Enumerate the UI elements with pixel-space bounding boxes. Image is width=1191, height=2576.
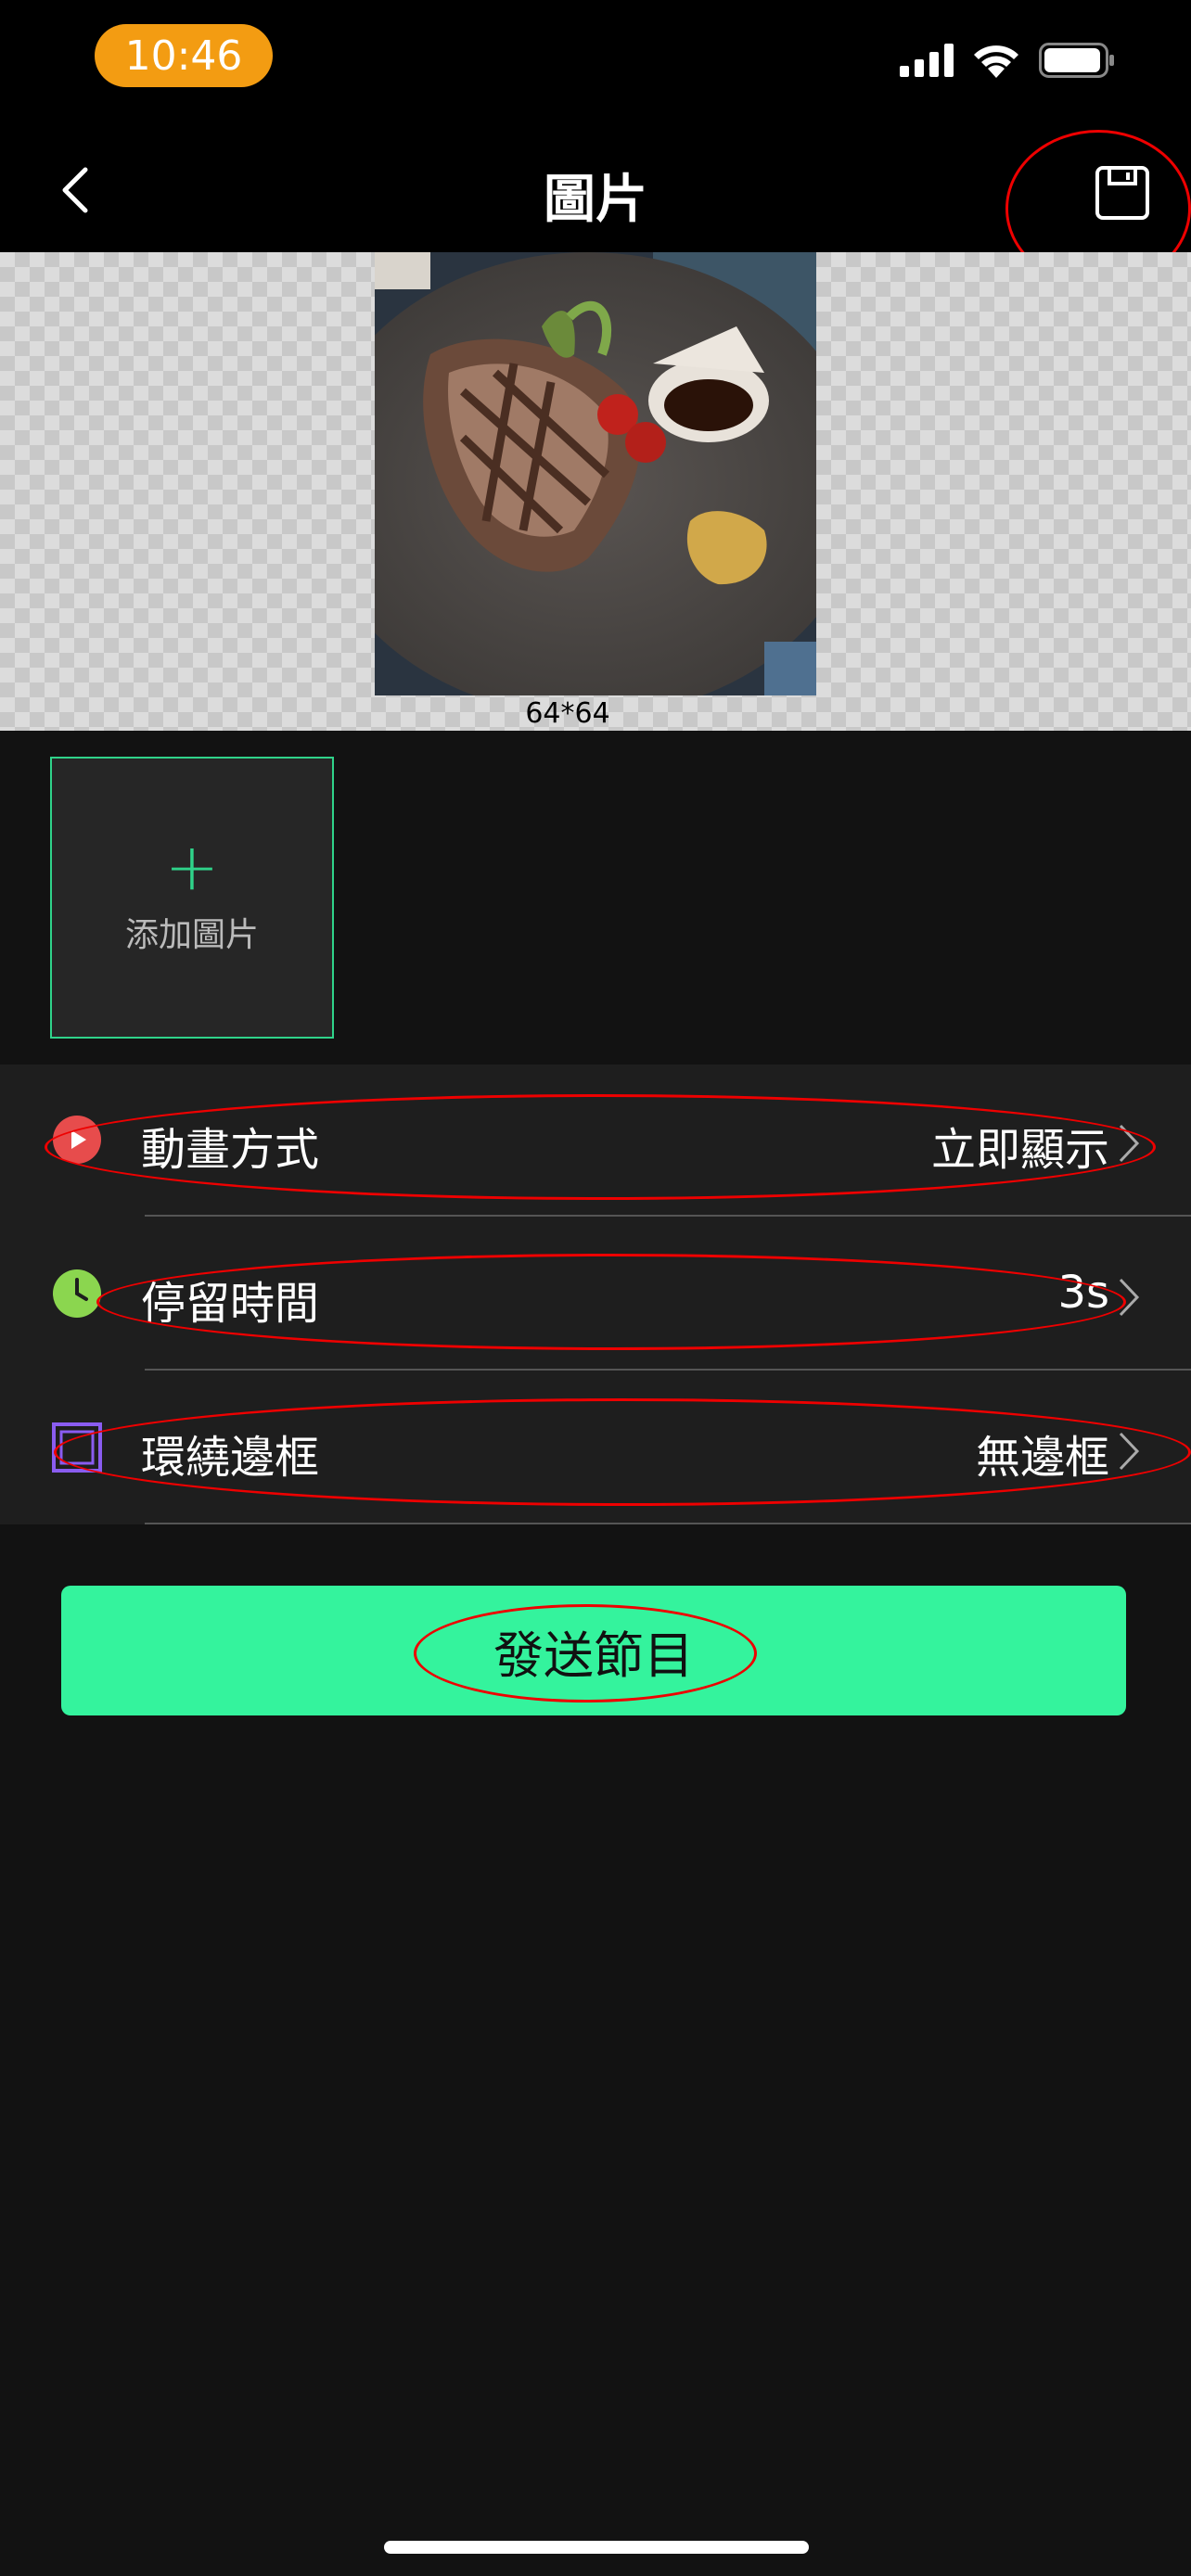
- home-indicator[interactable]: [384, 2541, 809, 2554]
- divider: [145, 1215, 1191, 1217]
- plus-icon: +: [164, 829, 220, 905]
- add-image-label: 添加圖片: [124, 916, 259, 954]
- wifi-icon: [974, 45, 1018, 78]
- chevron-right-icon: [1119, 1278, 1140, 1317]
- cellular-signal-icon: [900, 44, 954, 77]
- battery-icon: [1039, 43, 1114, 78]
- clock-icon: [53, 1269, 101, 1318]
- add-image-button[interactable]: + 添加圖片: [50, 757, 334, 1039]
- settings-row-duration[interactable]: 停留時間 3s: [0, 1218, 1191, 1371]
- settings-row-value: 無邊框: [975, 1432, 1109, 1484]
- border-frame-icon: [52, 1422, 102, 1473]
- settings-list: 動畫方式 立即顯示 停留時間 3s 環繞邊框 無邊框: [0, 1065, 1191, 1524]
- send-program-label: 發送節目: [493, 1626, 694, 1685]
- settings-row-label: 停留時間: [141, 1278, 320, 1330]
- chevron-right-icon: [1119, 1432, 1140, 1471]
- preview-image: [375, 252, 816, 695]
- status-time: 10:46: [95, 24, 273, 87]
- image-gallery: + 添加圖片: [0, 731, 1191, 1065]
- chevron-right-icon: [1119, 1124, 1140, 1163]
- settings-row-value: 3s: [1057, 1267, 1109, 1319]
- settings-row-border[interactable]: 環繞邊框 無邊框: [0, 1372, 1191, 1524]
- divider: [145, 1523, 1191, 1524]
- settings-row-label: 動畫方式: [141, 1124, 320, 1176]
- settings-row-animation[interactable]: 動畫方式 立即顯示: [0, 1065, 1191, 1217]
- settings-row-label: 環繞邊框: [141, 1432, 320, 1484]
- settings-row-value: 立即顯示: [930, 1124, 1109, 1176]
- image-size-label: 64*64: [525, 697, 610, 730]
- play-icon: [53, 1116, 101, 1164]
- status-bar: 10:46: [0, 0, 1191, 121]
- status-icons: [900, 37, 1115, 83]
- send-program-button[interactable]: 發送節目: [61, 1586, 1126, 1715]
- divider: [145, 1369, 1191, 1371]
- image-preview-area: 64*64: [0, 252, 1191, 731]
